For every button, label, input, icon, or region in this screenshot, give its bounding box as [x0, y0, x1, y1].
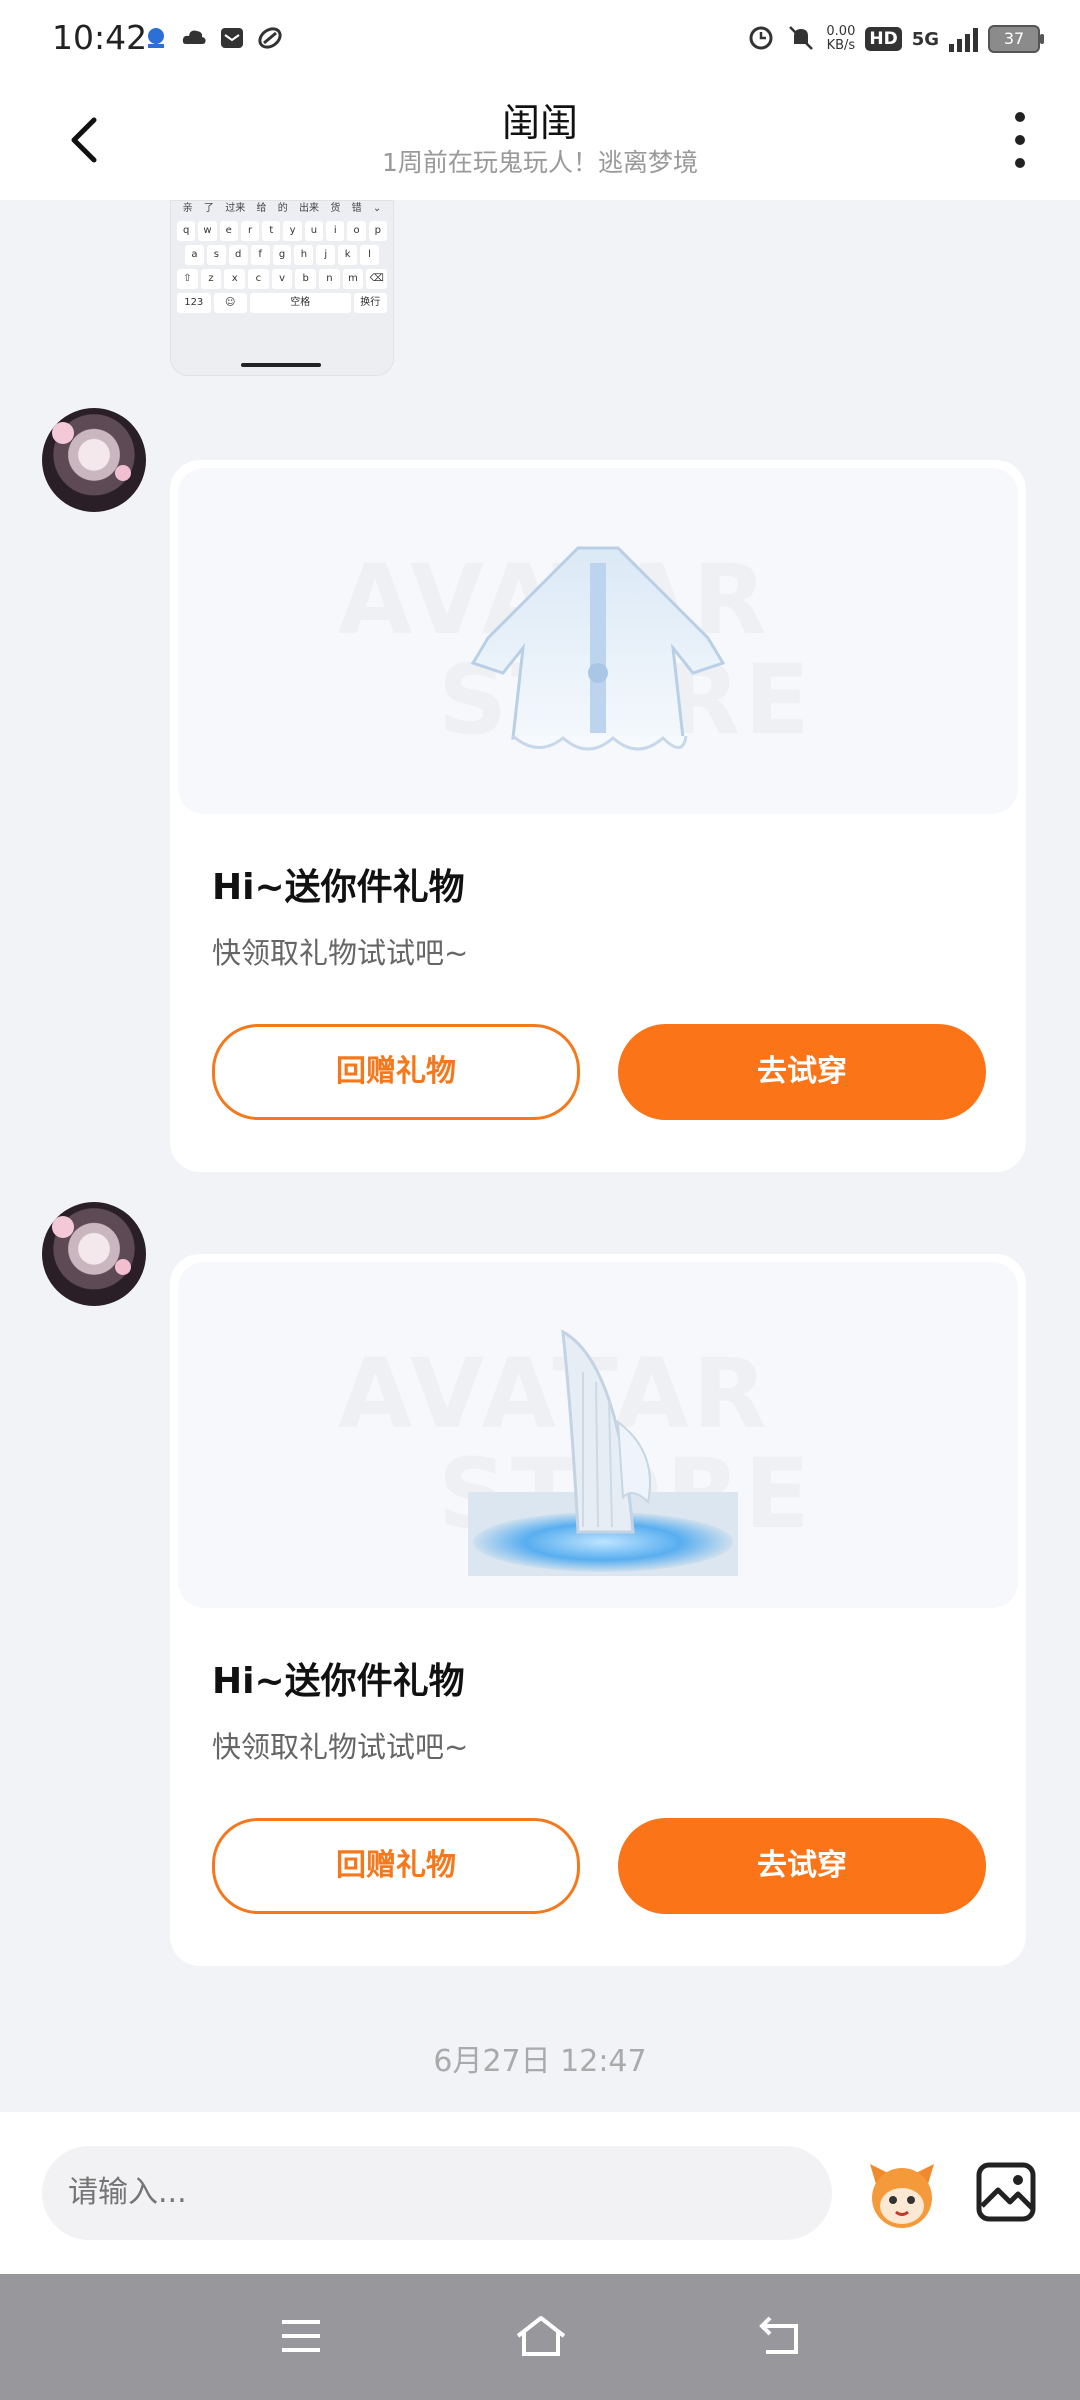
mascot-emoji-icon: [870, 2164, 934, 2228]
keyboard-key: 空格: [250, 293, 351, 313]
gift-title: Hi~送你件礼物: [212, 1661, 465, 1702]
keyboard-key: 货: [330, 203, 341, 214]
keyboard-key: d: [228, 245, 248, 265]
keyboard-key: v: [271, 269, 293, 289]
keyboard-key: r: [240, 221, 260, 241]
keyboard-key: z: [200, 269, 222, 289]
keyboard-key: u: [304, 221, 324, 241]
net-speed: 0.00 KB/s: [826, 25, 855, 53]
message-timestamp: 6月27日 12:47: [433, 2044, 647, 2079]
keyboard-key: 过来: [225, 203, 246, 214]
home-indicator: [241, 363, 321, 367]
keyboard-row: asdfghjkl: [171, 241, 393, 265]
keyboard-candidates: 亲了过来给的出来货错 ⌄: [171, 201, 393, 217]
keyboard-key: q: [177, 221, 196, 241]
keyboard-key: ⌫: [366, 269, 388, 289]
keyboard-key: o: [347, 221, 366, 241]
chat-header: 闺闺 1周前在玩鬼玩人！逃离梦境: [0, 78, 1080, 200]
keyboard-key: ☺: [213, 293, 247, 313]
input-bar: [0, 2112, 1080, 2274]
keyboard-key: c: [248, 269, 269, 289]
hd-badge: HD: [865, 27, 902, 51]
chat-subtitle: 1周前在玩鬼玩人！逃离梦境: [382, 148, 698, 177]
keyboard-key: ⌄: [372, 203, 382, 214]
image-icon: [976, 2162, 1036, 2222]
image-button[interactable]: [974, 2160, 1038, 2224]
try-on-button[interactable]: 去试穿: [618, 1024, 986, 1120]
mute-icon: [786, 22, 816, 56]
keyboard-key: 123: [177, 293, 211, 313]
keyboard-key: ⇧: [177, 269, 198, 289]
return-gift-button[interactable]: 回赠礼物: [212, 1024, 580, 1120]
keyboard-key: 出来: [299, 203, 320, 214]
keyboard-row: qwertyuiop: [171, 217, 393, 241]
keyboard-key: n: [319, 269, 340, 289]
mail-icon: [218, 24, 246, 52]
gift-image: AVATAR STORE: [178, 468, 1018, 814]
gift-subtitle: 快领取礼物试试吧~: [212, 1730, 469, 1764]
battery-icon: 37: [988, 25, 1044, 53]
home-icon[interactable]: [514, 2314, 566, 2358]
gift-card: AVATAR STORE Hi~送你件礼物 快领取礼物试试吧~ 回赠礼物 去试穿: [170, 1254, 1026, 1966]
keyboard-key: l: [360, 245, 380, 265]
keyboard-key: 给: [256, 203, 267, 214]
keyboard-key: 亲: [182, 203, 193, 214]
app-notification-icon: [142, 24, 170, 52]
signal-icon: [949, 26, 978, 52]
system-nav-bar: [0, 2274, 1080, 2400]
avatar[interactable]: [42, 408, 146, 512]
keyboard-row: ⇧ z x c v b n m ⌫: [171, 265, 393, 289]
image-message[interactable]: 亲了过来给的出来货错 ⌄ qwertyuiop asdfghjkl ⇧ z x c v b n…: [170, 200, 394, 376]
keyboard-key: y: [283, 221, 302, 241]
harp-icon: [468, 1329, 738, 1576]
gift-card: AVATAR STORE Hi~送你件礼物 快领取礼物试试吧~ 回赠礼物 去试穿: [170, 460, 1026, 1172]
keyboard-key: s: [206, 245, 226, 265]
alarm-icon: [746, 22, 776, 56]
keyboard-key: h: [294, 245, 314, 265]
return-gift-button[interactable]: 回赠礼物: [212, 1818, 580, 1914]
menu-icon[interactable]: [276, 2314, 326, 2358]
keyboard-key: k: [338, 245, 358, 265]
avatar[interactable]: [42, 1202, 146, 1306]
return-icon[interactable]: [756, 2314, 806, 2358]
keyboard-key: 了: [203, 203, 214, 214]
gift-image: AVATAR STORE: [178, 1262, 1018, 1608]
network-type: 5G: [911, 28, 939, 50]
keyboard-key: f: [250, 245, 270, 265]
net-speed-value: 0.00: [826, 24, 856, 39]
status-right: 0.00 KB/s HD 5G 37: [746, 22, 1044, 56]
keyboard-row: 123 ☺ 空格 换行: [171, 289, 393, 313]
keyboard-key: 的: [277, 203, 288, 214]
keyboard-key: p: [368, 221, 387, 241]
notification-icons: [142, 24, 284, 52]
keyboard-key: j: [316, 245, 336, 265]
keyboard-key: 错: [351, 203, 362, 214]
keyboard-key: w: [198, 221, 217, 241]
try-on-button[interactable]: 去试穿: [618, 1818, 986, 1914]
dress-icon: [470, 546, 726, 751]
net-speed-unit: KB/s: [826, 38, 856, 53]
keyboard-key: m: [342, 269, 364, 289]
status-time: 10:42: [52, 18, 148, 57]
keyboard-key: t: [262, 221, 281, 241]
link-icon: [256, 24, 284, 52]
more-vertical-icon[interactable]: [1000, 112, 1040, 168]
keyboard-key: x: [224, 269, 246, 289]
keyboard-key: g: [272, 245, 292, 265]
status-bar: 10:42 0.00 KB/s HD 5G 37: [0, 0, 1080, 78]
cloud-icon: [180, 24, 208, 52]
keyboard-key: 换行: [353, 293, 387, 313]
message-input[interactable]: [42, 2146, 832, 2240]
chat-title: 闺闺: [501, 101, 578, 145]
keyboard-key: b: [295, 269, 317, 289]
keyboard-key: a: [185, 245, 204, 265]
keyboard-key: e: [219, 221, 238, 241]
gift-subtitle: 快领取礼物试试吧~: [212, 936, 469, 970]
keyboard-key: i: [326, 221, 345, 241]
emoji-button[interactable]: [862, 2154, 942, 2234]
gift-title: Hi~送你件礼物: [212, 867, 465, 908]
